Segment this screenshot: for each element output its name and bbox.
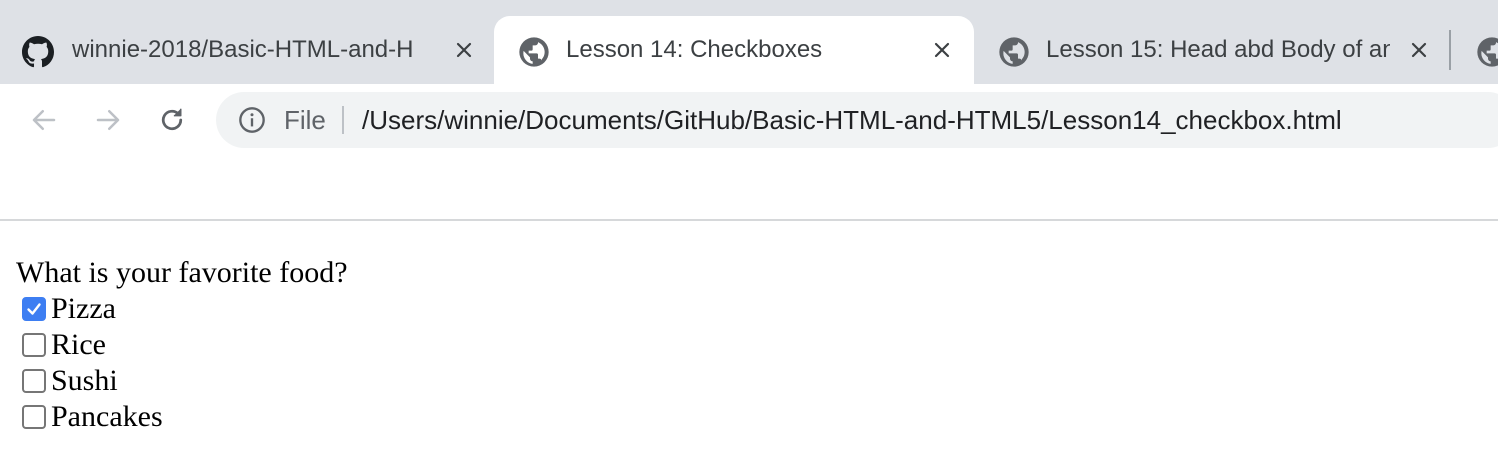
back-button[interactable]	[28, 104, 60, 136]
reload-icon	[161, 108, 183, 131]
pizza-checkbox[interactable]	[22, 297, 46, 321]
rice-checkbox[interactable]	[22, 333, 46, 357]
close-icon	[934, 42, 950, 58]
arrow-left-icon	[32, 110, 56, 130]
question-text: What is your favorite food?	[16, 256, 348, 289]
forward-button[interactable]	[92, 104, 124, 136]
option-pizza[interactable]: Pizza	[22, 291, 116, 327]
url-text[interactable]: /Users/winnie/Documents/GitHub/Basic-HTM…	[362, 92, 1342, 148]
tab-title: winnie-2018/Basic-HTML-and-H	[72, 36, 414, 63]
tab-separator	[1449, 30, 1451, 70]
arrow-right-icon	[96, 110, 120, 130]
tab-close-button[interactable]	[930, 38, 954, 62]
address-bar[interactable]: File /Users/winnie/Documents/GitHub/Basi…	[216, 92, 1498, 148]
reload-button[interactable]	[156, 104, 188, 136]
address-divider	[342, 106, 344, 134]
tab-lesson-14[interactable]: Lesson 14: Checkboxes	[494, 16, 974, 84]
tab-strip: winnie-2018/Basic-HTML-and-H Lesson 14: …	[0, 0, 1498, 84]
tab-close-button[interactable]	[452, 38, 476, 62]
globe-icon	[518, 36, 550, 68]
url-scheme-label: File	[284, 105, 326, 135]
option-label: Sushi	[51, 364, 118, 397]
tab-partial[interactable]	[1458, 16, 1498, 84]
tab-title: Lesson 14: Checkboxes	[566, 36, 823, 63]
option-label: Pancakes	[51, 400, 163, 433]
option-label: Pizza	[51, 292, 116, 325]
close-icon	[456, 42, 472, 58]
globe-icon	[1476, 36, 1498, 68]
checkmark-icon	[27, 303, 41, 315]
option-pancakes[interactable]: Pancakes	[22, 399, 163, 435]
page-content: What is your favorite food? Pizza Rice S…	[0, 221, 1498, 462]
close-icon	[1411, 42, 1427, 58]
github-icon	[22, 36, 54, 68]
pancakes-checkbox[interactable]	[22, 405, 46, 429]
browser-toolbar: File /Users/winnie/Documents/GitHub/Basi…	[0, 84, 1498, 156]
tab-close-button[interactable]	[1407, 38, 1431, 62]
info-icon[interactable]	[238, 106, 266, 134]
tab-github-repo[interactable]: winnie-2018/Basic-HTML-and-H	[0, 16, 494, 84]
tab-title: Lesson 15: Head abd Body of an	[1046, 36, 1390, 63]
tab-lesson-15[interactable]: Lesson 15: Head abd Body of an	[974, 16, 1448, 84]
option-label: Rice	[51, 328, 106, 361]
globe-icon	[998, 36, 1030, 68]
option-rice[interactable]: Rice	[22, 327, 106, 363]
sushi-checkbox[interactable]	[22, 369, 46, 393]
option-sushi[interactable]: Sushi	[22, 363, 118, 399]
